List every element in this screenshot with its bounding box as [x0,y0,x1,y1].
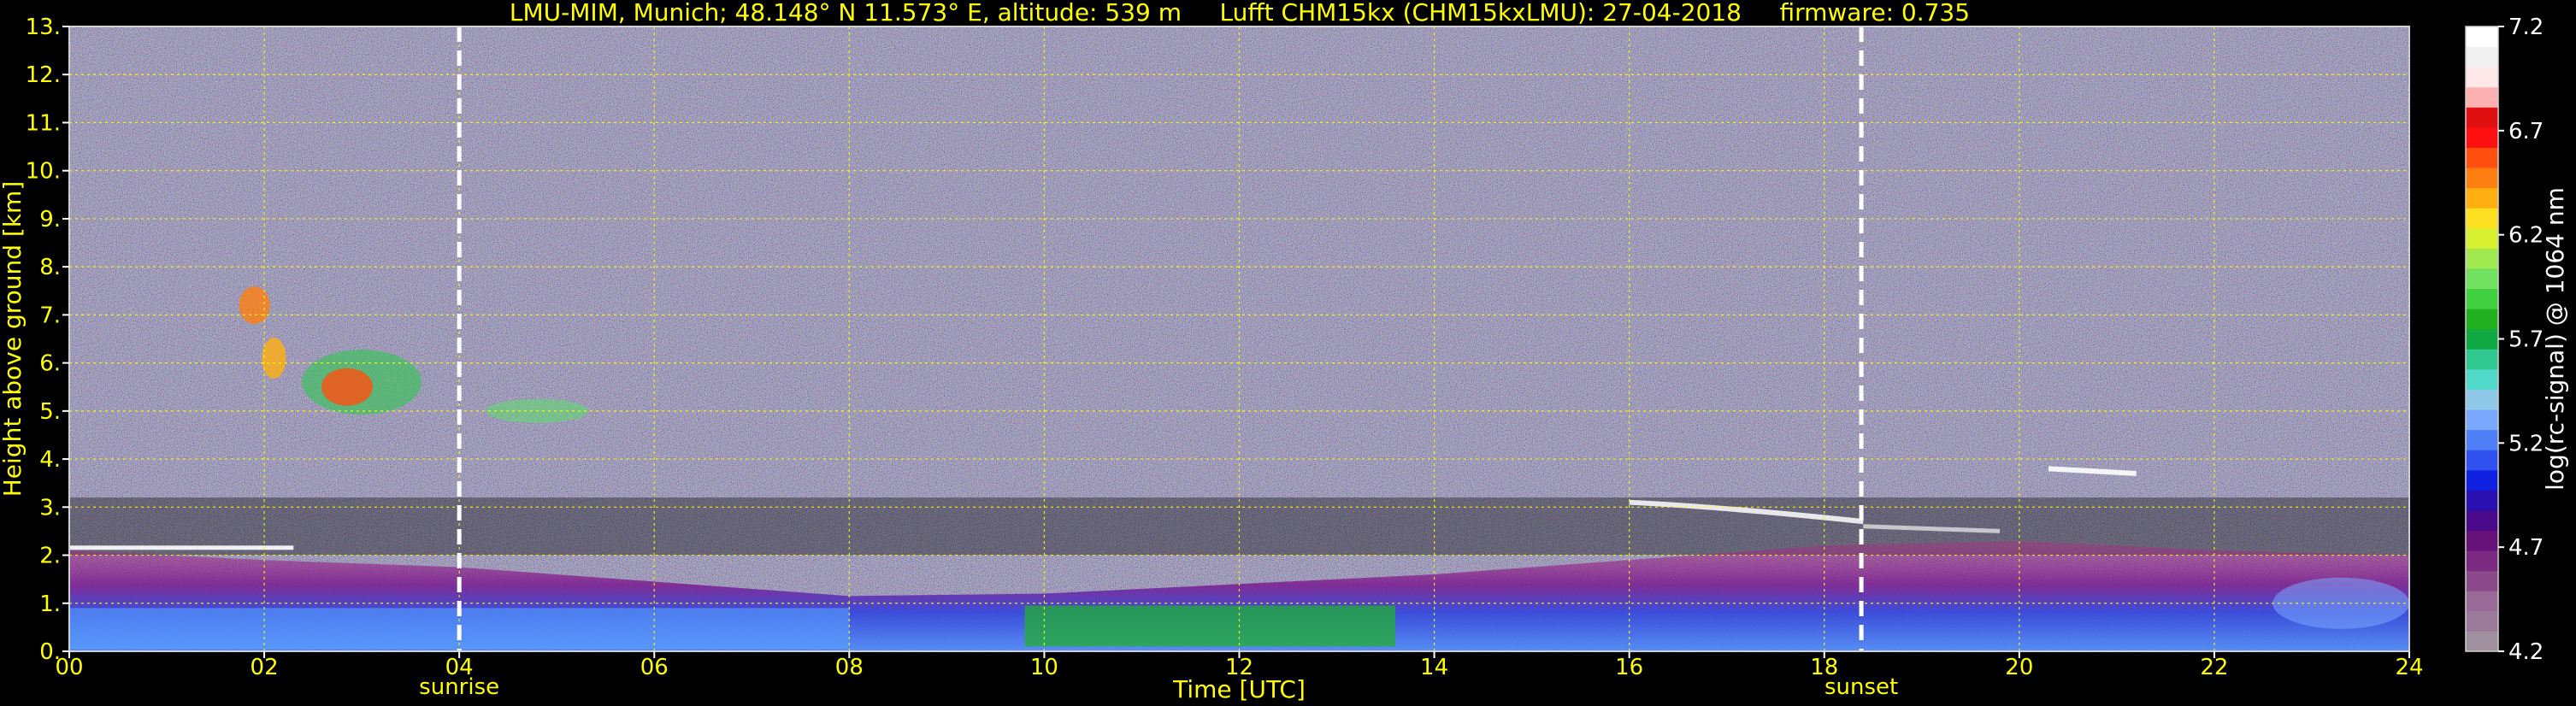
colorbar-segment [2466,248,2498,269]
y-tick-label: 4. [39,447,61,473]
y-tick-label: 9. [39,207,61,232]
colorbar-segment [2466,550,2498,572]
y-tick-label: 1. [39,591,61,617]
colorbar-segment [2466,328,2498,350]
y-tick-label: 6. [39,351,61,377]
colorbar-tick-label: 7.2 [2508,15,2544,40]
cirrus-core [321,368,374,406]
x-tick-label: 02 [251,655,279,680]
y-tick-label: 13. [26,15,61,40]
colorbar-segment [2466,631,2498,652]
heatmap-chart: sunrise sunset 00 02 04 06 08 10 12 14 16 18 20 22 24… [0,15,2569,703]
green-aerosol-layer [1024,605,1395,647]
colorbar-label: log(rc-signal) @ 1064 nm [2541,187,2569,491]
colorbar-segment [2466,168,2498,189]
colorbar-segment [2466,208,2498,229]
night-layer [2272,577,2410,629]
cirrus-mid [262,337,286,379]
colorbar-segment [2466,67,2498,88]
y-tick-label: 0. [39,639,61,665]
colorbar-tick-label: 5.7 [2508,327,2544,353]
y-tick-label: 10. [26,159,61,185]
y-tick-label: 8. [39,255,61,280]
y-tick-label: 12. [26,62,61,88]
colorbar-segment [2466,591,2498,612]
x-tick-label: 14 [1420,655,1448,680]
colorbar-segment [2466,469,2498,491]
colorbar-segment [2466,309,2498,330]
y-tick-label: 7. [39,303,61,328]
y-axis-label: Height above ground [km] [0,181,27,497]
colorbar-segment [2466,107,2498,128]
cloud-top-line [69,545,294,550]
x-tick-label: 04 [445,655,474,680]
x-tick-label: 06 [640,655,669,680]
cirrus-upper [239,286,270,325]
colorbar-tick-label: 4.2 [2508,639,2544,665]
colorbar-segment [2466,349,2498,370]
colorbar-segment [2466,187,2498,209]
colorbar-tick-label: 6.2 [2508,223,2544,249]
ceilometer-figure: LMU-MIM, Munich; 48.148° N 11.573° E, al… [0,0,2576,706]
colorbar-segment [2466,509,2498,532]
colorbar-segment [2466,570,2498,591]
colorbar-segment [2466,86,2498,108]
colorbar-segment [2466,288,2498,309]
colorbar-segment [2466,530,2498,551]
y-tick-label: 3. [39,495,61,521]
colorbar-segment [2466,126,2498,148]
x-tick-label: 10 [1030,655,1058,680]
colorbar-segment [2466,26,2498,48]
x-tick-label: 24 [2395,655,2423,680]
x-tick-label: 22 [2200,655,2228,680]
colorbar-segment [2466,409,2498,431]
colorbar-segment [2466,268,2498,290]
colorbar-segment [2466,450,2498,471]
x-axis-label: Time [UTC] [1172,675,1306,703]
colorbar-segment [2466,610,2498,632]
colorbar-segment [2466,147,2498,168]
colorbar-segment [2466,429,2498,450]
colorbar-tick-label: 5.2 [2508,431,2544,456]
colorbar-tick-label: 4.7 [2508,535,2544,561]
colorbar-segment [2466,46,2498,68]
y-tick-label: 2. [39,544,61,569]
x-tick-label: 20 [2005,655,2033,680]
colorbar-segment [2466,490,2498,511]
x-tick-label: 16 [1615,655,1643,680]
y-tick-label: 5. [39,399,61,425]
colorbar-tick-label: 6.7 [2508,119,2544,144]
y-tick-label: 11. [26,110,61,136]
colorbar-segment [2466,227,2498,249]
colorbar-segment [2466,368,2498,390]
x-tick-label: 08 [835,655,864,680]
colorbar-segment [2466,389,2498,410]
x-tick-label: 18 [1810,655,1838,680]
